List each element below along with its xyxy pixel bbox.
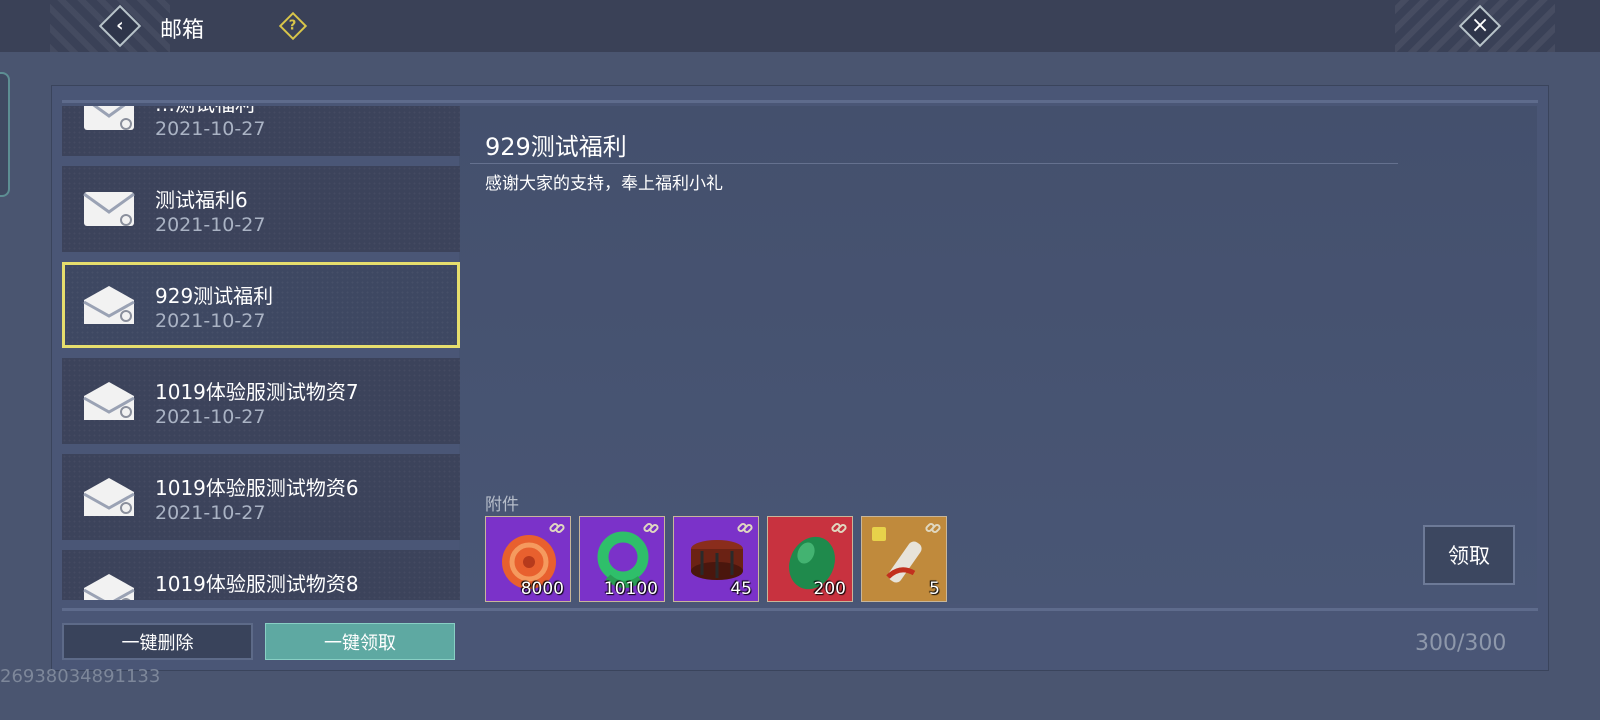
mail-item[interactable]: 1019体验服测试物资8 2021-10-27 (62, 550, 460, 600)
open-envelope-icon (83, 286, 135, 324)
mail-date: 2021-10-27 (155, 214, 266, 236)
delete-all-button[interactable]: 一键删除 (62, 623, 253, 660)
item-count: 45 (730, 579, 752, 599)
mail-title: 测试福利6 (155, 188, 248, 212)
mail-detail-title: 929测试福利 (485, 133, 627, 161)
mail-date: 2021-10-27 (155, 598, 265, 600)
item-count: 10100 (603, 579, 658, 599)
question-mark-icon[interactable]: ? (278, 11, 308, 41)
attachment-item[interactable]: 10100 (579, 516, 665, 602)
link-chain-icon (643, 522, 659, 534)
mail-title: 1019体验服测试物资6 (155, 476, 359, 500)
back-button[interactable]: ‹ (98, 4, 142, 48)
panel-top-divider (62, 100, 1538, 103)
side-tab[interactable] (0, 72, 10, 197)
mail-item[interactable]: 1019体验服测试物资6 2021-10-27 (62, 454, 460, 540)
mail-title: 1019体验服测试物资8 (155, 572, 359, 596)
player-id: 26938034891133 (0, 666, 161, 687)
panel-bottom-divider (62, 608, 1538, 611)
link-chain-icon (831, 522, 847, 534)
open-envelope-icon (83, 478, 135, 516)
close-button[interactable]: × (1458, 4, 1502, 48)
mail-item[interactable]: 测试福利6 2021-10-27 (62, 166, 460, 252)
link-chain-icon (737, 522, 753, 534)
mail-title: 1019体验服测试物资7 (155, 380, 359, 404)
mail-count: 300/300 (1415, 631, 1507, 656)
envelope-icon (84, 106, 134, 130)
claim-all-button[interactable]: 一键领取 (265, 623, 455, 660)
link-chain-icon (925, 522, 941, 534)
mail-item[interactable]: 1019体验服测试物资7 2021-10-27 (62, 358, 460, 444)
mail-detail-body: 感谢大家的支持，奉上福利小礼 (485, 174, 723, 194)
attachments-label: 附件 (485, 495, 519, 515)
close-x-icon: × (1470, 13, 1490, 38)
mail-title: 929测试福利 (155, 284, 274, 308)
envelope-icon (83, 192, 135, 226)
item-count: 8000 (520, 579, 564, 599)
mail-list[interactable]: …测试福利 2021-10-27 测试福利6 2021-10-27 929测试福… (62, 106, 460, 600)
top-bar: ‹ 邮箱 ? × (0, 0, 1600, 52)
mail-item-selected[interactable]: 929测试福利 2021-10-27 (62, 262, 460, 348)
claim-button[interactable]: 领取 (1423, 525, 1515, 585)
open-envelope-icon (83, 382, 135, 420)
item-count: 5 (929, 579, 940, 599)
mail-item[interactable]: …测试福利 2021-10-27 (62, 106, 460, 156)
mail-date: 2021-10-27 (155, 406, 266, 428)
attachment-item[interactable]: 5 (861, 516, 947, 602)
mail-date: 2021-10-27 (155, 502, 266, 524)
attachment-item[interactable]: 8000 (485, 516, 571, 602)
mail-title: …测试福利 (155, 106, 255, 117)
link-chain-icon (549, 522, 565, 534)
mail-date: 2021-10-27 (155, 310, 266, 332)
open-envelope-icon (83, 574, 135, 600)
attachment-item[interactable]: 200 (767, 516, 853, 602)
attachment-item[interactable]: 45 (673, 516, 759, 602)
back-arrow-icon: ‹ (116, 14, 124, 36)
detail-divider (470, 163, 1398, 164)
mail-date: 2021-10-27 (155, 118, 266, 140)
item-count: 200 (813, 579, 846, 599)
page-title: 邮箱 (160, 18, 205, 43)
